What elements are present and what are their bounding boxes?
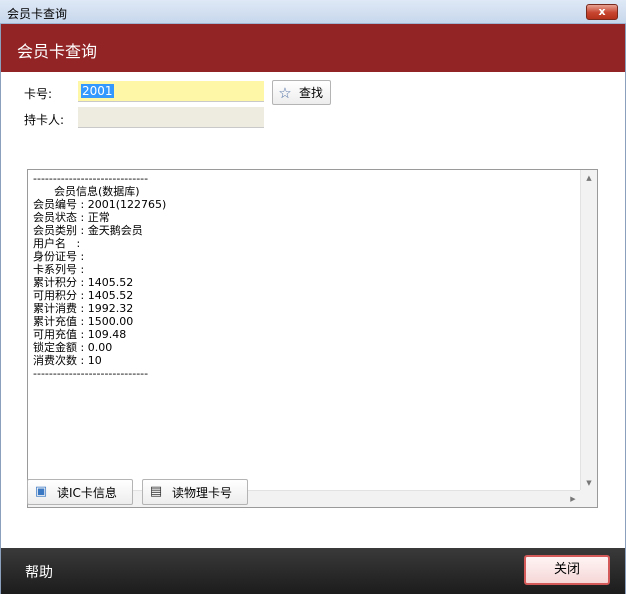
member-info-textbox[interactable]: ----------------------------- 会员信息(数据库) 会… bbox=[27, 169, 598, 508]
window-close-button[interactable]: x bbox=[586, 4, 618, 20]
star-icon: ☆ bbox=[278, 83, 292, 102]
scroll-up-arrow-icon[interactable]: ▲ bbox=[581, 170, 597, 186]
read-ic-card-button[interactable]: ▣ 读IC卡信息 bbox=[27, 479, 133, 505]
member-info-text: ----------------------------- 会员信息(数据库) 会… bbox=[33, 172, 578, 380]
ic-card-icon: ▣ bbox=[34, 484, 48, 499]
info-line: 累计积分 : 1405.52 bbox=[33, 276, 134, 289]
scrollbar-corner bbox=[580, 490, 597, 507]
info-line: 锁定金额 : 0.00 bbox=[33, 341, 113, 354]
info-line: ----------------------------- bbox=[33, 367, 149, 380]
card-number-value: 2001 bbox=[81, 84, 114, 98]
window-title: 会员卡查询 bbox=[7, 7, 68, 21]
info-line: 会员类别 : 金天鹅会员 bbox=[33, 224, 143, 237]
scroll-down-arrow-icon[interactable]: ▼ bbox=[581, 475, 597, 491]
dialog-title: 会员卡查询 bbox=[17, 42, 98, 61]
vertical-scrollbar[interactable]: ▲ ▼ bbox=[580, 170, 597, 491]
info-line: 会员信息(数据库) bbox=[33, 185, 140, 198]
search-button-label: 查找 bbox=[299, 86, 324, 100]
read-ic-card-label: 读IC卡信息 bbox=[57, 485, 117, 500]
card-holder-label: 持卡人: bbox=[24, 113, 65, 127]
help-link[interactable]: 帮助 bbox=[25, 562, 53, 582]
read-physical-card-label: 读物理卡号 bbox=[172, 485, 233, 500]
info-line: 会员状态 : 正常 bbox=[33, 211, 110, 224]
dialog-header: 会员卡查询 bbox=[1, 24, 625, 72]
info-line: 用户名 : bbox=[33, 237, 81, 250]
info-line: 可用积分 : 1405.52 bbox=[33, 289, 134, 302]
info-line: 累计消费 : 1992.32 bbox=[33, 302, 134, 315]
title-bar: 会员卡查询 x bbox=[0, 0, 626, 24]
card-number-input[interactable]: 2001 bbox=[78, 81, 264, 102]
info-line: 消费次数 : 10 bbox=[33, 354, 102, 367]
scroll-right-arrow-icon[interactable]: ▶ bbox=[565, 491, 581, 507]
read-physical-card-button[interactable]: ▤ 读物理卡号 bbox=[142, 479, 248, 505]
info-line: 卡系列号 : bbox=[33, 263, 85, 276]
search-button[interactable]: ☆ 查找 bbox=[272, 80, 331, 105]
info-line: 累计充值 : 1500.00 bbox=[33, 315, 134, 328]
card-holder-field[interactable] bbox=[78, 107, 264, 128]
card-reader-icon: ▤ bbox=[149, 484, 163, 499]
info-line: ----------------------------- bbox=[33, 172, 149, 185]
info-line: 可用充值 : 109.48 bbox=[33, 328, 127, 341]
info-line: 身份证号 : bbox=[33, 250, 85, 263]
close-button[interactable]: 关闭 bbox=[524, 555, 610, 585]
card-number-label: 卡号: bbox=[24, 87, 53, 101]
info-line: 会员编号 : 2001(122765) bbox=[33, 198, 167, 211]
